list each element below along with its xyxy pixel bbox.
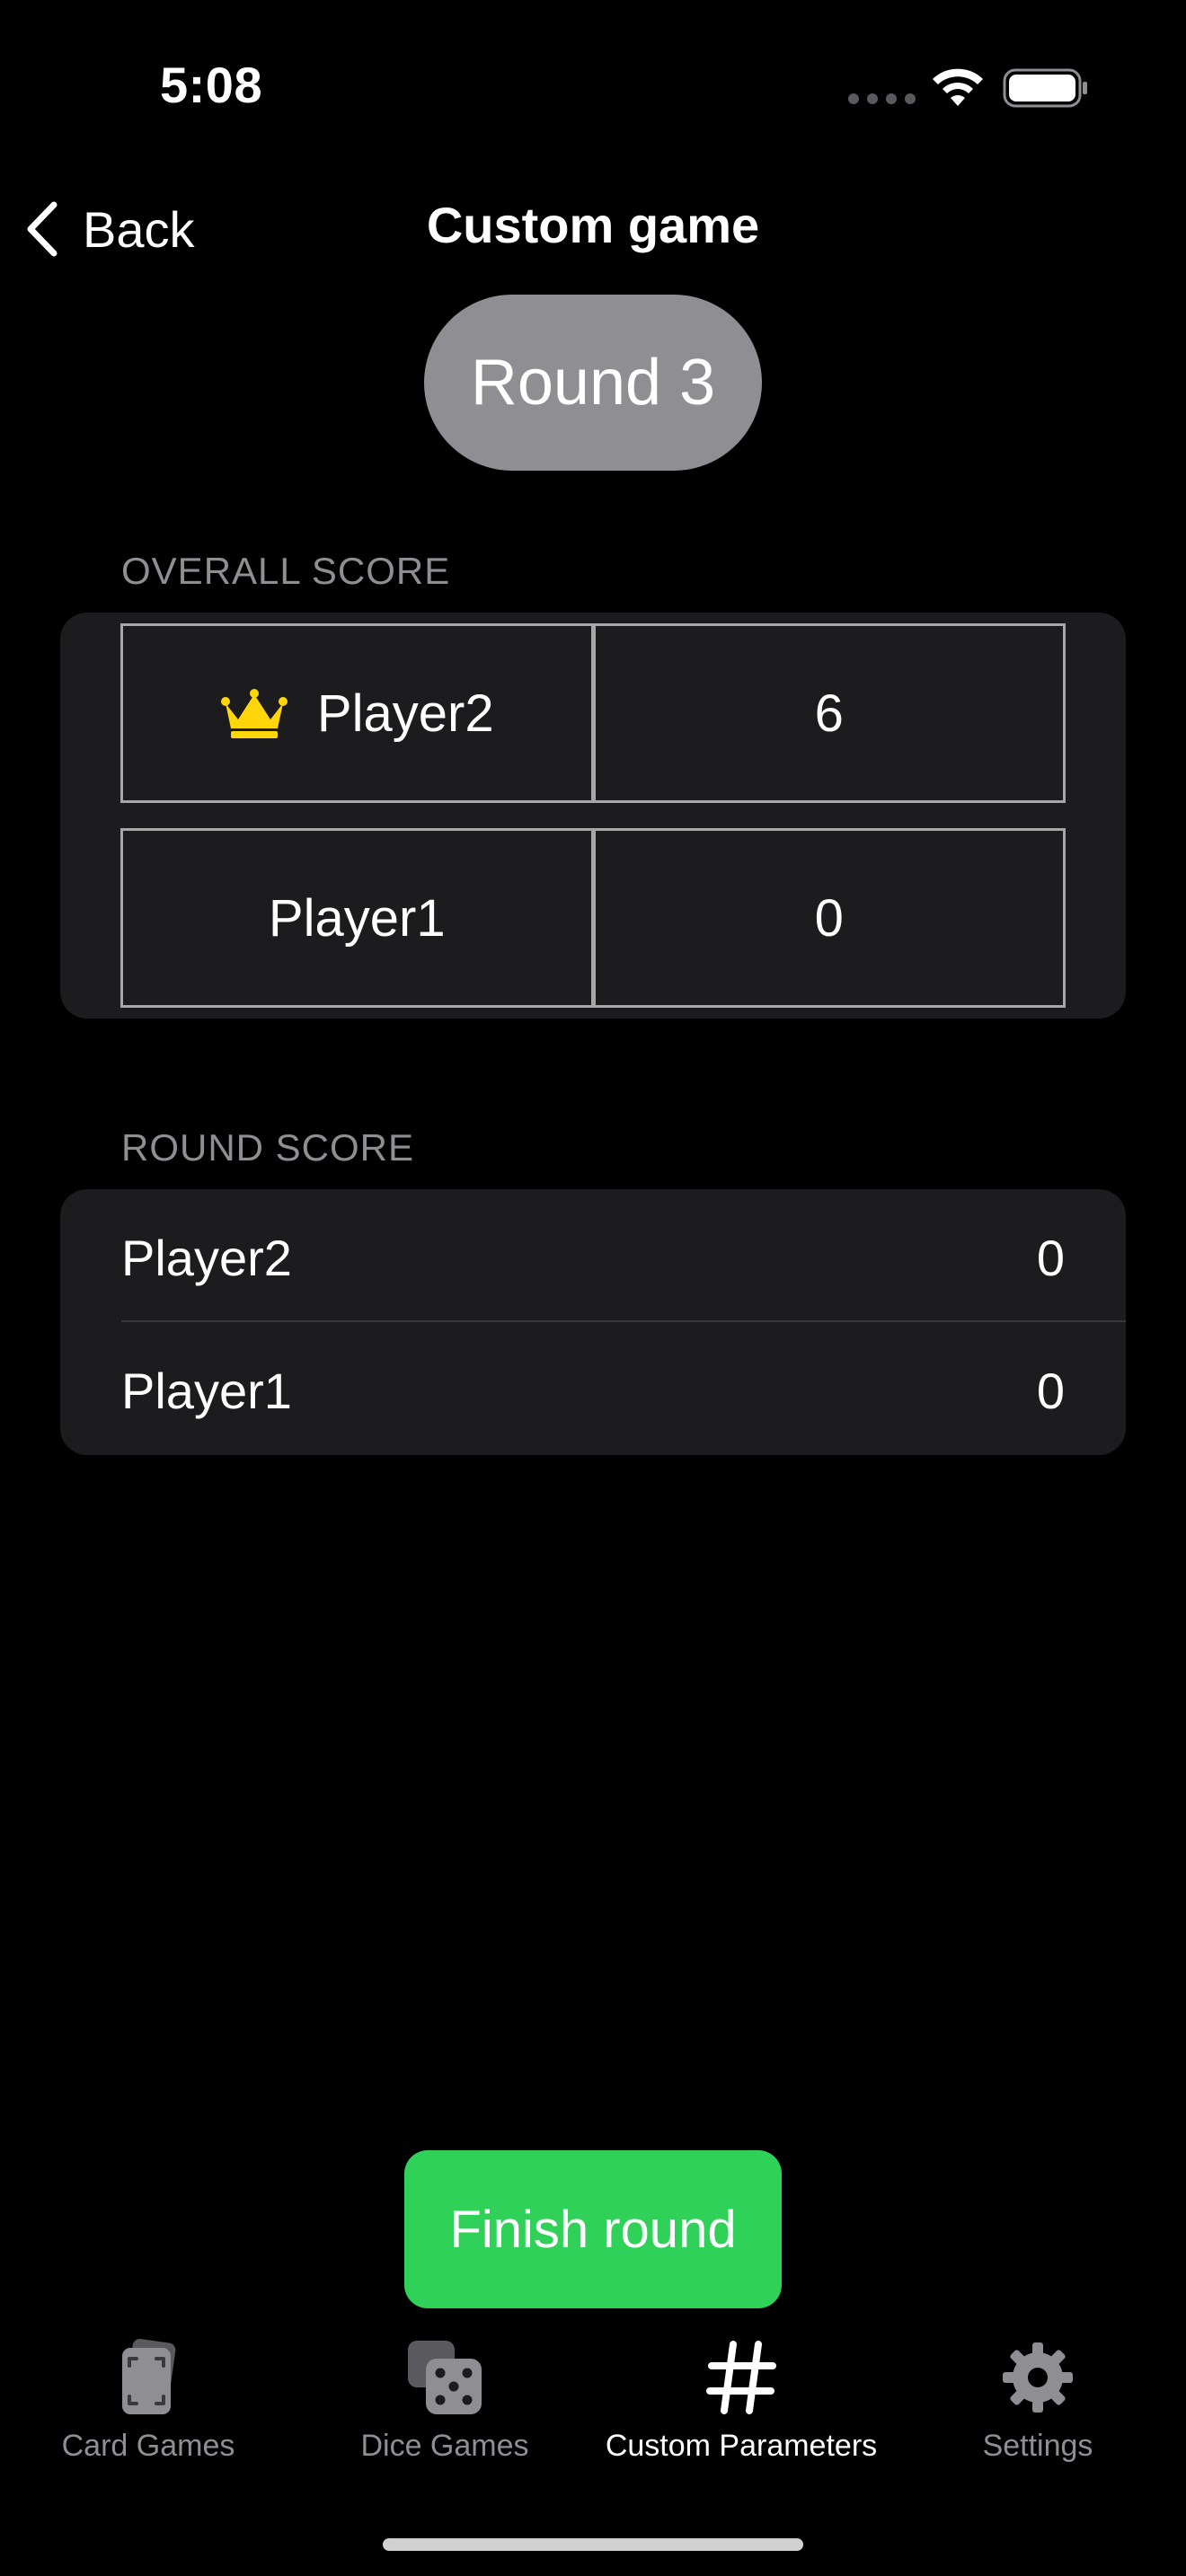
battery-icon <box>1003 68 1087 108</box>
player-name: Player1 <box>121 1362 292 1419</box>
tab-dice-games[interactable]: Dice Games <box>296 2335 593 2470</box>
tab-custom-parameters[interactable]: Custom Parameters <box>593 2335 890 2470</box>
tab-label: Custom Parameters <box>605 2429 878 2463</box>
home-indicator <box>383 2538 803 2551</box>
cellular-signal-icon <box>848 93 916 104</box>
tab-label: Card Games <box>61 2429 235 2463</box>
hashtag-icon <box>706 2341 776 2414</box>
player-round-score: 0 <box>1036 1229 1065 1286</box>
status-time: 5:08 <box>160 57 263 113</box>
round-score-row[interactable]: Player1 0 <box>121 1324 1065 1457</box>
gear-icon <box>1003 2342 1073 2413</box>
tab-label: Settings <box>982 2429 1093 2463</box>
player-score-cell: 0 <box>592 828 1066 1008</box>
player-name: Player2 <box>316 684 494 743</box>
tab-card-games[interactable]: Card Games <box>0 2335 296 2470</box>
player-name-cell: Player2 <box>120 623 594 803</box>
tab-settings[interactable]: Settings <box>890 2335 1186 2470</box>
cards-icon <box>122 2339 176 2414</box>
player-round-score: 0 <box>1036 1362 1065 1419</box>
overall-score-row: Player1 0 <box>120 828 1066 1008</box>
player-name: Player2 <box>121 1229 292 1286</box>
page-title: Custom game <box>426 197 760 253</box>
player-name: Player1 <box>268 888 446 948</box>
row-divider <box>121 1320 1126 1322</box>
round-score-header: ROUND SCORE <box>121 1126 415 1169</box>
round-indicator: Round 3 <box>424 295 762 471</box>
player-name-cell: Player1 <box>120 828 594 1008</box>
overall-score-header: OVERALL SCORE <box>121 550 451 592</box>
overall-score-row: Player2 6 <box>120 623 1066 803</box>
round-score-row[interactable]: Player2 0 <box>121 1191 1065 1324</box>
tab-label: Dice Games <box>360 2429 529 2463</box>
crown-icon <box>220 689 288 738</box>
dice-icon <box>408 2341 482 2414</box>
finish-round-button[interactable]: Finish round <box>404 2150 782 2308</box>
player-score-cell: 6 <box>592 623 1066 803</box>
wifi-icon <box>933 68 983 106</box>
